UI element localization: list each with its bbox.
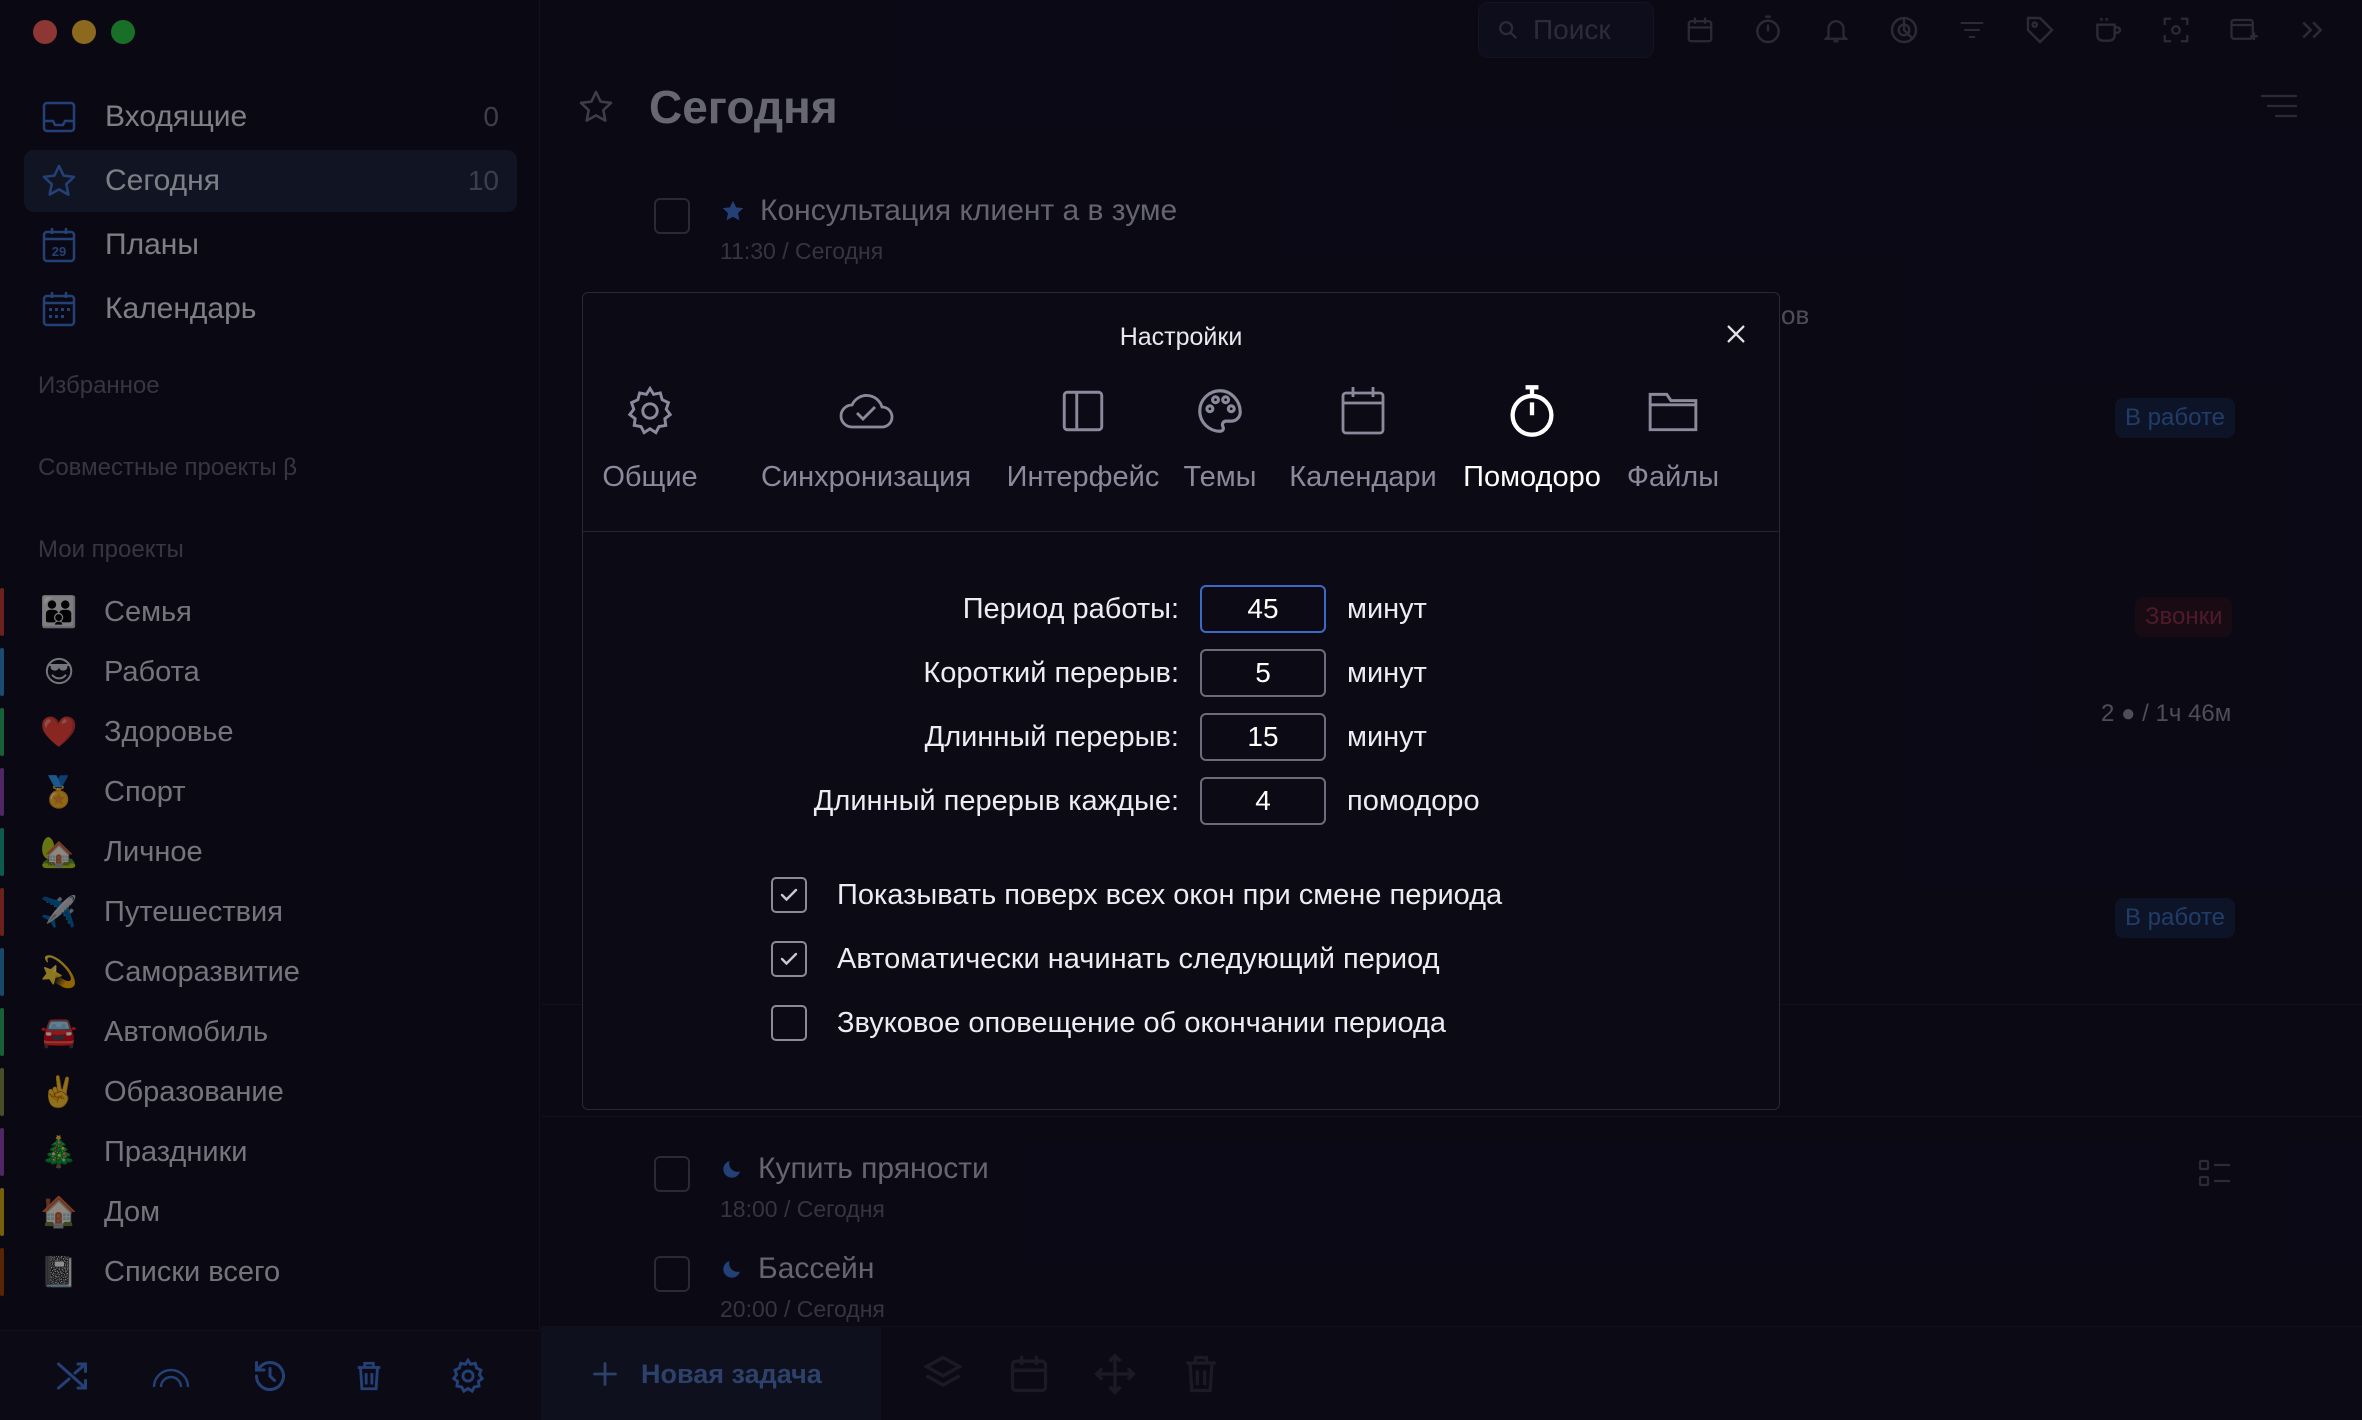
tab-label: Темы — [1183, 461, 1257, 493]
tab-label: Общие — [602, 461, 698, 493]
long-break-unit: минут — [1347, 721, 1427, 753]
tab-label: Помодоро — [1463, 461, 1601, 493]
short-break-row: Короткий перерыв: минут — [583, 649, 1779, 697]
long-break-interval-label: Длинный перерыв каждые: — [813, 785, 1179, 817]
work-period-input[interactable] — [1200, 585, 1326, 633]
layout-icon — [1053, 381, 1113, 441]
always-on-top-checkbox[interactable] — [771, 877, 807, 913]
checkmark-icon — [780, 888, 798, 902]
calendar-icon — [1333, 381, 1393, 441]
stopwatch-icon — [1502, 381, 1562, 441]
always-on-top-label: Показывать поверх всех окон при смене пе… — [837, 878, 1503, 911]
tab-interface[interactable]: Интерфейс — [997, 381, 1169, 494]
gear-icon — [620, 381, 680, 441]
long-break-interval-unit: помодоро — [1347, 785, 1480, 817]
divider — [583, 531, 1779, 532]
cloud-check-icon — [836, 381, 896, 441]
long-break-label: Длинный перерыв: — [924, 721, 1179, 753]
work-period-row: Период работы: минут — [583, 585, 1779, 633]
sound-notification-label: Звуковое оповещение об окончании периода — [837, 1006, 1447, 1039]
tab-calendars[interactable]: Календари — [1279, 381, 1447, 494]
tab-general[interactable]: Общие — [583, 381, 717, 494]
settings-dialog: Настройки Общие Синхронизация Интерфейс … — [582, 292, 1780, 1110]
work-period-label: Период работы: — [962, 593, 1179, 625]
auto-start-checkbox[interactable] — [771, 941, 807, 977]
settings-tabs: Общие Синхронизация Интерфейс Темы Кален… — [583, 381, 1779, 494]
work-period-unit: минут — [1347, 593, 1427, 625]
tab-label: Интерфейс — [1006, 461, 1160, 493]
tab-sync[interactable]: Синхронизация — [743, 381, 989, 494]
long-break-row: Длинный перерыв: минут — [583, 713, 1779, 761]
tab-label: Синхронизация — [760, 461, 972, 493]
long-break-interval-row: Длинный перерыв каждые: помодоро — [583, 777, 1779, 825]
long-break-input[interactable] — [1200, 713, 1326, 761]
tab-themes[interactable]: Темы — [1170, 381, 1270, 494]
short-break-unit: минут — [1347, 657, 1427, 689]
tab-label: Календари — [1289, 461, 1437, 493]
auto-start-option[interactable]: Автоматически начинать следующий период — [771, 939, 1440, 979]
short-break-label: Короткий перерыв: — [923, 657, 1179, 689]
folder-icon — [1643, 381, 1703, 441]
auto-start-label: Автоматически начинать следующий период — [837, 942, 1440, 975]
long-break-interval-input[interactable] — [1200, 777, 1326, 825]
sound-notification-option[interactable]: Звуковое оповещение об окончании периода — [771, 1003, 1446, 1043]
always-on-top-option[interactable]: Показывать поверх всех окон при смене пе… — [771, 875, 1502, 915]
tab-pomodoro[interactable]: Помодоро — [1461, 381, 1603, 494]
close-icon[interactable] — [1719, 317, 1753, 351]
tab-label: Файлы — [1626, 461, 1720, 493]
sound-notification-checkbox[interactable] — [771, 1005, 807, 1041]
tab-files[interactable]: Файлы — [1625, 381, 1721, 494]
checkmark-icon — [780, 952, 798, 966]
palette-icon — [1190, 381, 1250, 441]
app-window: Входящие 0 Сегодня 10 29 Планы Календарь… — [0, 0, 2362, 1420]
dialog-title: Настройки — [1119, 323, 1243, 351]
short-break-input[interactable] — [1200, 649, 1326, 697]
